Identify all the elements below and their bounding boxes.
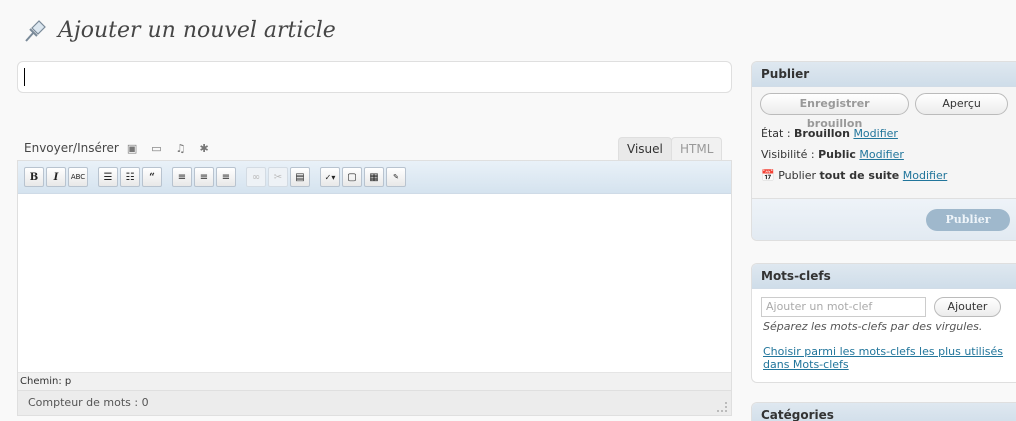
resize-handle[interactable] xyxy=(717,402,727,412)
editor-path: Chemin: p xyxy=(18,372,731,390)
categories-box-title: Catégories xyxy=(752,403,1016,421)
cforms-button[interactable]: ✎ xyxy=(386,167,406,187)
audio-icon[interactable]: ♫ xyxy=(176,142,186,155)
media-icon[interactable]: ✱ xyxy=(200,142,209,155)
spellcheck-button[interactable]: ✓▾ xyxy=(320,167,340,187)
schedule-edit-link[interactable]: Modifier xyxy=(903,169,947,182)
publish-box: Publier Enregistrer brouillon Aperçu Éta… xyxy=(751,61,1016,241)
upload-insert-label: Envoyer/Insérer xyxy=(24,141,119,155)
more-tag-button[interactable]: ▤ xyxy=(290,167,310,187)
publish-actions: Publier xyxy=(752,198,1016,240)
italic-button[interactable]: I xyxy=(46,167,66,187)
visibility-value: Public xyxy=(818,148,856,161)
status-line: État : Brouillon Modifier xyxy=(752,127,1016,140)
calendar-icon: 📅 xyxy=(761,169,775,182)
schedule-label: Publier xyxy=(778,169,816,182)
status-label: État : xyxy=(761,127,791,140)
align-right-button[interactable]: ≡ xyxy=(216,167,236,187)
add-tag-button[interactable]: Ajouter xyxy=(934,297,1001,317)
choose-tags-link[interactable]: Choisir parmi les mots-clefs les plus ut… xyxy=(752,345,1007,371)
post-title-input[interactable] xyxy=(17,61,732,93)
tab-html[interactable]: HTML xyxy=(671,137,723,161)
kitchen-sink-button[interactable]: ▦ xyxy=(364,167,384,187)
post-editor: B I ABC ☰ ☷ “ ≡ ≡ ≡ ∞ ✂ ▤ ✓▾ ▢ ▦ ✎ Chemi… xyxy=(17,160,732,416)
tag-input[interactable]: Ajouter un mot-clef xyxy=(761,297,926,317)
visibility-label: Visibilité : xyxy=(761,148,815,161)
word-counter: Compteur de mots : 0 xyxy=(18,390,731,415)
text-caret xyxy=(24,68,25,86)
bullet-list-button[interactable]: ☰ xyxy=(98,167,118,187)
publish-box-title: Publier xyxy=(752,62,1016,87)
link-button[interactable]: ∞ xyxy=(246,167,266,187)
status-edit-link[interactable]: Modifier xyxy=(853,127,897,140)
schedule-value: tout de suite xyxy=(819,169,900,182)
align-center-button[interactable]: ≡ xyxy=(194,167,214,187)
blockquote-button[interactable]: “ xyxy=(142,167,162,187)
visibility-edit-link[interactable]: Modifier xyxy=(859,148,903,161)
media-buttons: Envoyer/Insérer ▣ ▭ ♫ ✱ xyxy=(24,141,223,155)
tags-box-title: Mots-clefs xyxy=(752,264,1016,289)
unlink-button[interactable]: ✂ xyxy=(268,167,288,187)
bold-button[interactable]: B xyxy=(24,167,44,187)
categories-box: Catégories xyxy=(751,402,1016,421)
numbered-list-button[interactable]: ☷ xyxy=(120,167,140,187)
align-left-button[interactable]: ≡ xyxy=(172,167,192,187)
visibility-line: Visibilité : Public Modifier xyxy=(752,148,1016,161)
save-draft-button[interactable]: Enregistrer brouillon xyxy=(760,93,910,130)
page-header: Ajouter un nouvel article xyxy=(20,14,336,46)
fullscreen-button[interactable]: ▢ xyxy=(342,167,362,187)
pushpin-icon xyxy=(25,20,46,42)
status-value: Brouillon xyxy=(794,127,850,140)
schedule-line: 📅 Publier tout de suite Modifier xyxy=(752,169,1016,182)
video-icon[interactable]: ▭ xyxy=(151,142,161,155)
tags-box: Mots-clefs Ajouter un mot-clef Ajouter S… xyxy=(751,263,1016,383)
publish-button[interactable]: Publier xyxy=(926,209,1010,231)
word-count-text: Compteur de mots : 0 xyxy=(28,396,149,409)
strikethrough-button[interactable]: ABC xyxy=(68,167,88,187)
tag-hint: Séparez les mots-clefs par des virgules. xyxy=(763,320,983,333)
page-title: Ajouter un nouvel article xyxy=(58,17,336,43)
editor-content-area[interactable] xyxy=(18,194,731,372)
preview-button[interactable]: Aperçu xyxy=(915,93,1008,115)
tab-visual[interactable]: Visuel xyxy=(618,137,672,161)
editor-toolbar: B I ABC ☰ ☷ “ ≡ ≡ ≡ ∞ ✂ ▤ ✓▾ ▢ ▦ ✎ xyxy=(18,161,731,194)
image-icon[interactable]: ▣ xyxy=(127,142,137,155)
